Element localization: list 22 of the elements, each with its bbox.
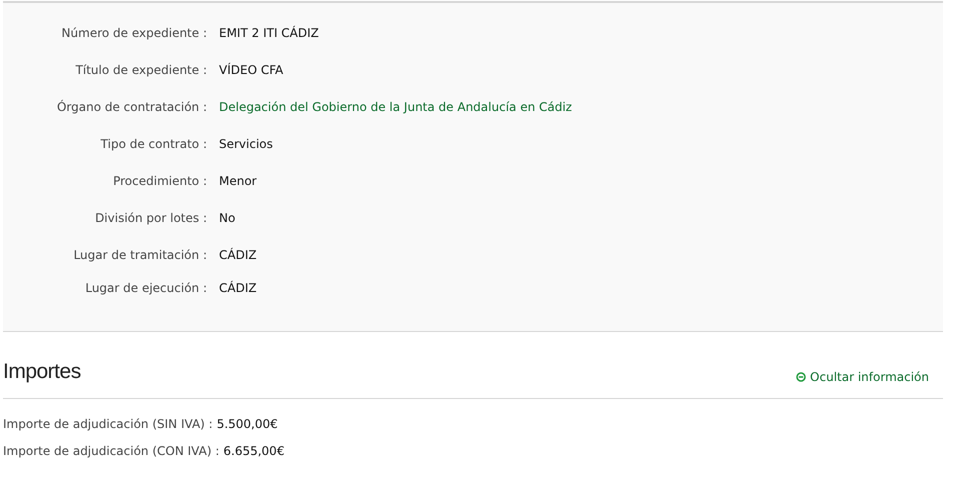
field-label: Procedimiento : — [112, 172, 207, 190]
field-value: Menor — [219, 172, 257, 190]
field-value: No — [219, 210, 236, 226]
field-value: CÁDIZ — [219, 246, 257, 264]
field-value: Servicios — [219, 136, 273, 152]
hide-info-link[interactable]: Ocultar información — [796, 368, 929, 386]
field-label: Lugar de tramitación : — [72, 246, 207, 264]
field-label: Tipo de contrato : — [100, 136, 207, 152]
field-label: Número de expediente : — [60, 24, 207, 42]
field-label: Órgano de contratación : — [56, 98, 207, 116]
field-label: Lugar de ejecución : — [84, 280, 207, 297]
amount-label: Importe de adjudicación (SIN IVA) : — [3, 416, 213, 433]
field-value: CÁDIZ — [219, 280, 257, 297]
field-label: División por lotes : — [94, 210, 207, 226]
field-value: EMIT 2 ITI CÁDIZ — [219, 24, 319, 42]
section-heading: Importes — [3, 359, 81, 385]
field-label: Título de expediente : — [74, 62, 207, 78]
amount-label: Importe de adjudicación (CON IVA) : — [3, 443, 220, 460]
field-link[interactable]: Delegación del Gobierno de la Junta de Andalucía en Cádiz — [219, 98, 572, 116]
field-value: VÍDEO CFA — [219, 62, 284, 78]
amount-value: 5.500,00€ — [216, 416, 278, 433]
amount-value: 6.655,00€ — [223, 443, 284, 460]
